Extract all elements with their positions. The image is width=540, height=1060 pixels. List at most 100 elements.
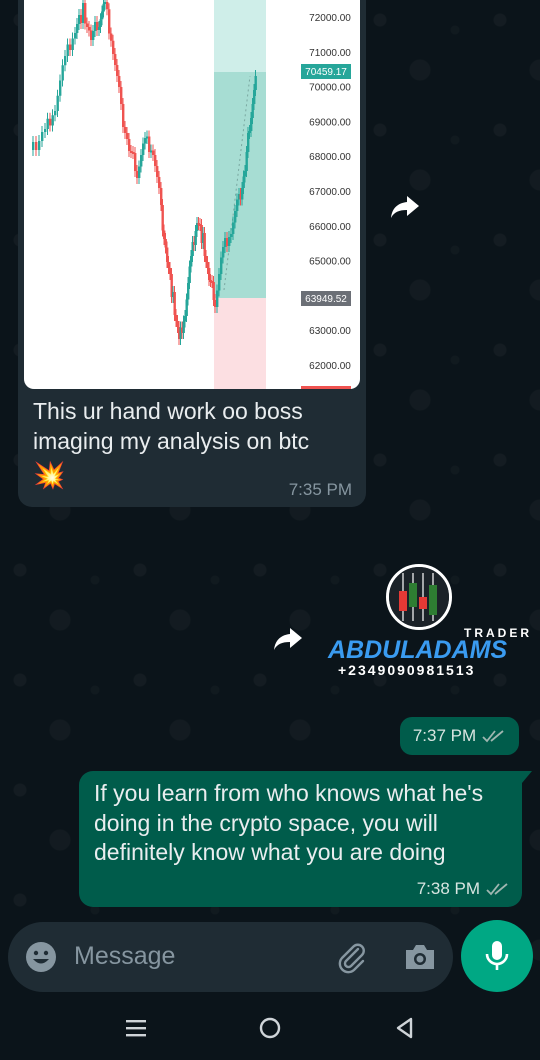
candle-body — [220, 257, 223, 274]
logo-candles-icon — [386, 564, 452, 630]
attach-icon[interactable] — [334, 940, 368, 974]
candle-body — [114, 54, 117, 65]
candle-body — [86, 23, 89, 27]
price-axis-label: 63000.00 — [309, 326, 351, 337]
candle-body — [222, 247, 225, 258]
price-axis-label: 68000.00 — [309, 152, 351, 163]
message-composer[interactable]: Message — [8, 922, 453, 992]
outgoing-meta: 7:38 PM — [417, 879, 510, 899]
price-axis-label: 67000.00 — [309, 187, 351, 198]
candle-body — [128, 139, 131, 151]
candle-body — [142, 143, 145, 155]
outgoing-image-timestamp: 7:37 PM — [412, 726, 477, 745]
price-axis-label: 69000.00 — [309, 117, 351, 128]
candle-body — [110, 33, 113, 41]
incoming-line-1: This ur hand work oo boss — [33, 398, 303, 424]
candle-body — [236, 199, 239, 211]
candle-body — [41, 132, 44, 141]
logo-phone-text: +2349090981513 — [338, 662, 476, 678]
candle-body — [51, 115, 54, 126]
candle-body — [74, 33, 77, 39]
candle-body — [234, 211, 237, 223]
candle-body — [106, 2, 109, 10]
candle-body — [108, 9, 111, 34]
candle-body — [112, 40, 115, 54]
price-axis-label: 72000.00 — [309, 13, 351, 24]
trading-chart: 72000.00 71000.00 70000.00 69000.00 68000.00… — [32, 0, 351, 389]
candle-body — [44, 129, 47, 132]
candle-body — [69, 44, 72, 50]
emoji-icon[interactable] — [24, 940, 58, 974]
candle-body — [64, 56, 67, 66]
candle-body — [158, 177, 161, 188]
candle-body — [76, 24, 79, 33]
candle-body — [216, 290, 219, 307]
entry-price-label: 63949.52 — [305, 294, 347, 305]
voice-message-button[interactable] — [461, 920, 533, 992]
incoming-message-text: This ur hand work oo boss imaging my ana… — [33, 396, 353, 492]
back-icon[interactable] — [393, 1016, 417, 1040]
candle-body — [116, 65, 119, 76]
candle-body — [35, 142, 38, 150]
microphone-icon — [485, 941, 509, 970]
price-axis-label: 70000.00 — [309, 83, 351, 94]
forward-button-2[interactable] — [269, 620, 307, 658]
candle-body — [71, 38, 74, 50]
candle-body — [154, 155, 157, 166]
candle-body — [92, 31, 95, 40]
chart-image[interactable]: 72000.00 71000.00 70000.00 69000.00 68000.00… — [24, 0, 360, 389]
candle-body — [134, 153, 137, 171]
candle-body — [46, 118, 49, 129]
outgoing-message-text: If you learn from who knows what he's do… — [94, 780, 484, 865]
outgoing-message-bubble[interactable]: If you learn from who knows what he's do… — [79, 771, 532, 907]
candle-body — [156, 166, 159, 177]
candle-body — [152, 150, 155, 155]
candle-body — [218, 274, 221, 291]
outgoing-timestamp: 7:38 PM — [416, 879, 480, 898]
forward-icon — [391, 196, 419, 218]
incoming-timestamp: 7:35 PM — [288, 480, 352, 499]
incoming-line-2: imaging my analysis on btc — [33, 428, 310, 454]
candle-body — [59, 80, 62, 96]
candle-body — [56, 95, 59, 111]
candle-body — [140, 155, 143, 167]
candle-body — [32, 142, 35, 150]
candle-body — [138, 166, 141, 178]
candle-body — [122, 104, 125, 127]
candle-body — [120, 87, 123, 104]
candle-body — [228, 237, 231, 246]
candle-body — [254, 76, 257, 90]
system-navigation-bar — [0, 1000, 540, 1060]
candle-body — [61, 65, 64, 81]
candle-body — [230, 234, 233, 237]
outgoing-image-bubble[interactable]: 7:37 PM — [400, 717, 519, 755]
logo-name-text: ABDULADAMS — [328, 636, 508, 664]
candle-body — [126, 133, 129, 139]
target-zone-upper — [214, 0, 266, 72]
message-input[interactable]: Message — [74, 942, 175, 971]
price-axis-label: 66000.00 — [309, 222, 351, 233]
candle-body — [118, 76, 121, 87]
candle-body — [66, 44, 69, 56]
price-axis-label: 62000.00 — [309, 361, 351, 372]
bubble-tail — [522, 771, 532, 783]
price-axis-label: 71000.00 — [309, 48, 351, 59]
home-icon[interactable] — [258, 1016, 282, 1040]
price-axis-label: 65000.00 — [309, 257, 351, 268]
recent-apps-icon[interactable] — [124, 1016, 148, 1040]
candle-body — [49, 118, 52, 126]
stop-price-tag — [301, 386, 351, 389]
trader-logo-image[interactable]: TRADER ABDULADAMS +2349090981513 — [328, 562, 529, 680]
candle-body — [84, 3, 87, 24]
camera-icon[interactable] — [402, 940, 438, 974]
candle-body — [54, 111, 57, 116]
candle-body — [38, 141, 41, 150]
forward-icon — [274, 628, 302, 650]
forward-button[interactable] — [386, 188, 424, 226]
incoming-message-bubble[interactable]: 72000.00 71000.00 70000.00 69000.00 68000.00… — [18, 0, 366, 507]
current-price-label: 70459.17 — [305, 67, 347, 78]
stop-loss-zone — [214, 298, 266, 389]
read-receipt-icon — [486, 883, 508, 896]
candle-body — [232, 222, 235, 234]
candle-body — [144, 138, 147, 144]
